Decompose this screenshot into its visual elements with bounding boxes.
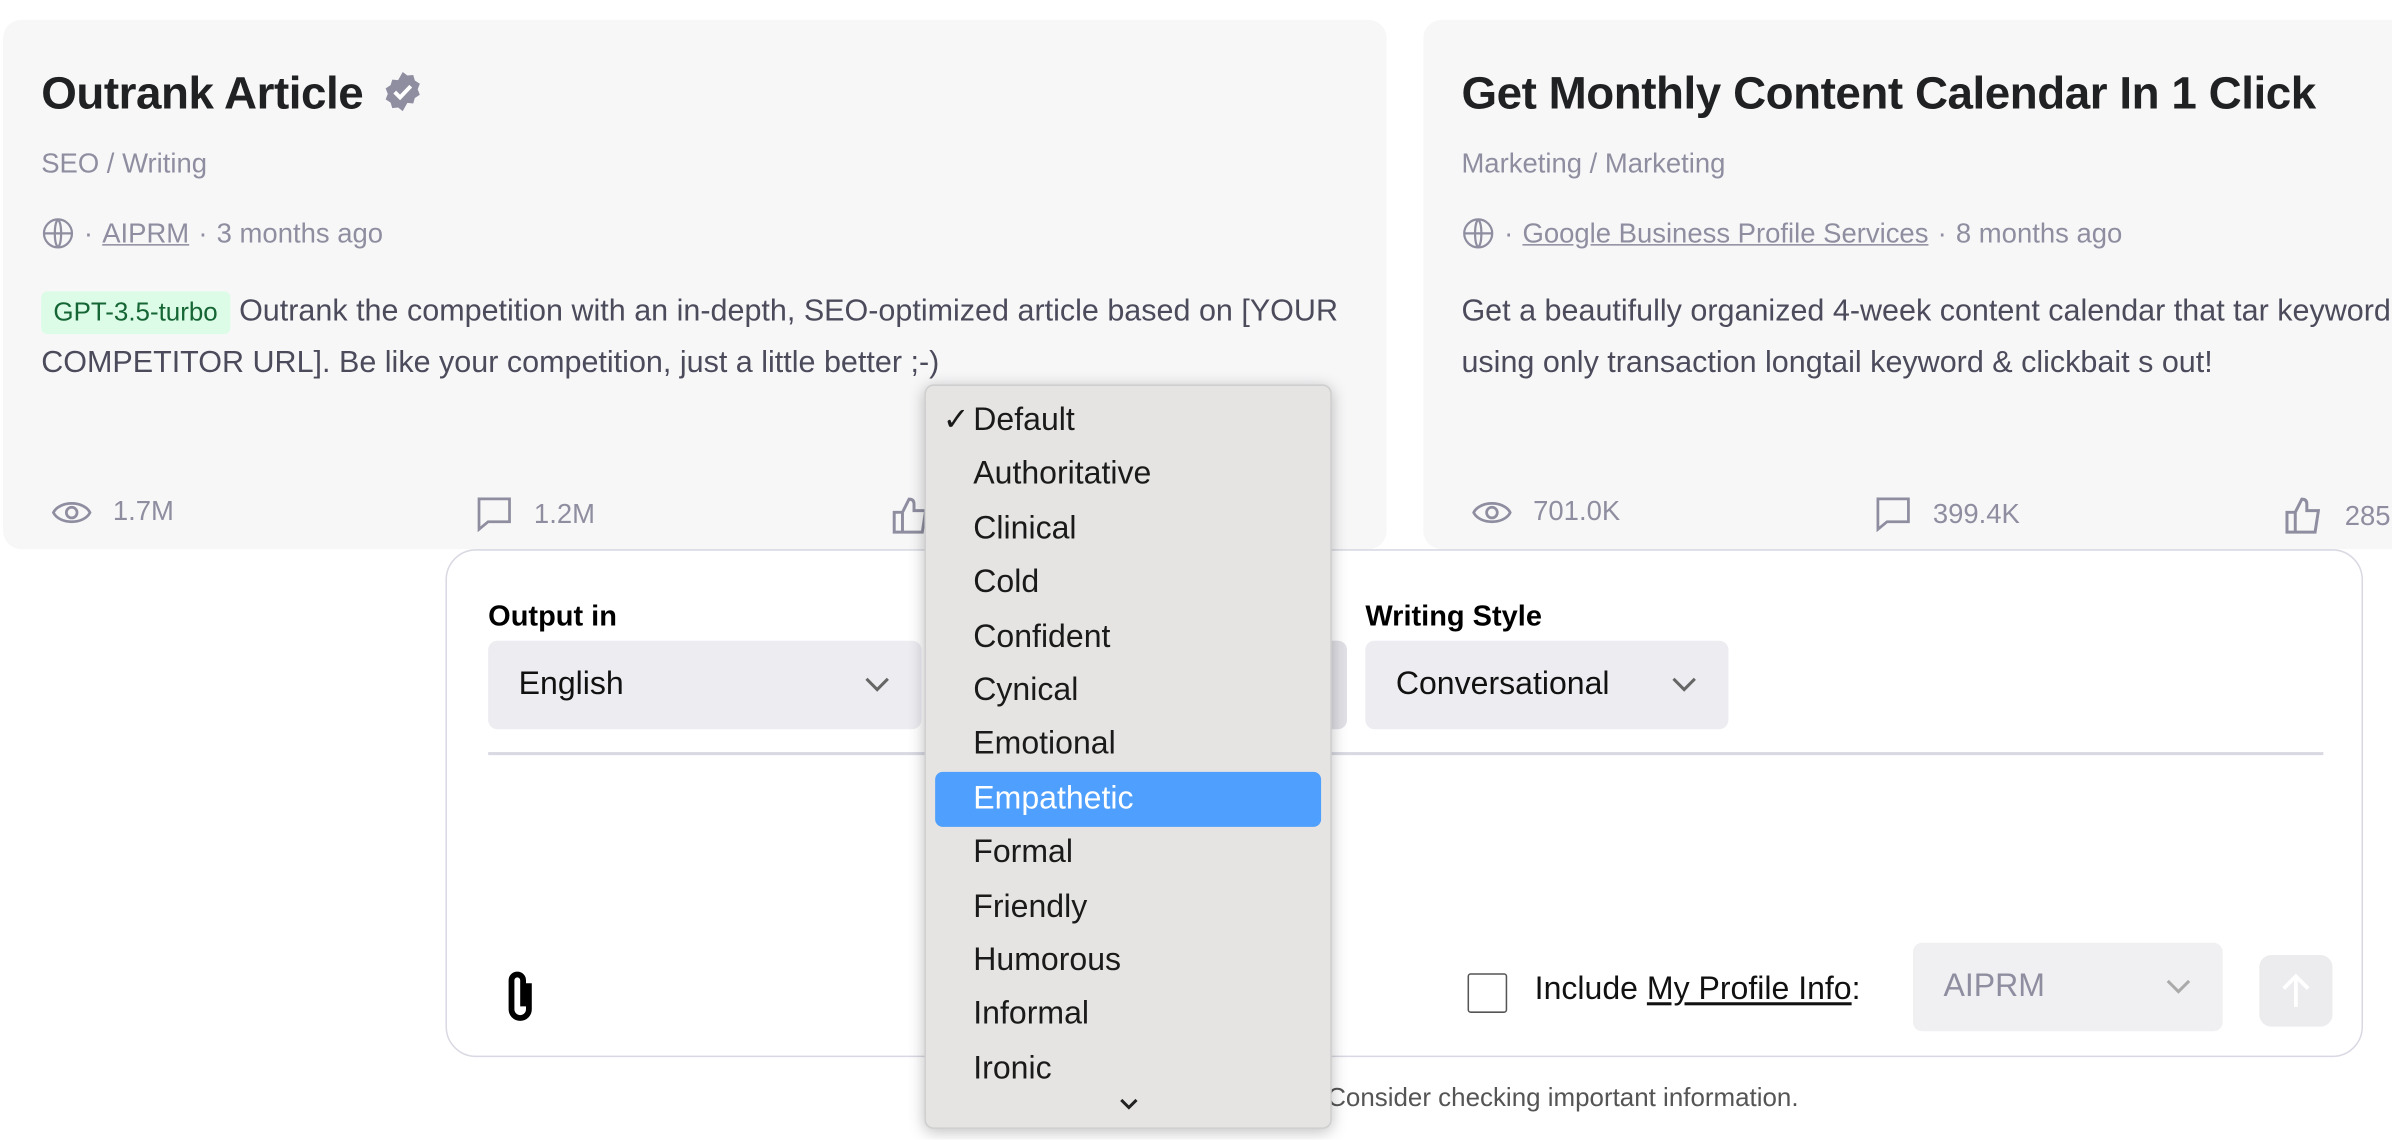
card-category: SEO / Writing bbox=[41, 147, 208, 179]
checkmark-icon: ✓ bbox=[942, 402, 970, 438]
tone-option-clinical[interactable]: Clinical bbox=[935, 502, 1321, 557]
chevron-down-icon bbox=[865, 677, 889, 692]
prompt-textarea[interactable] bbox=[488, 771, 2325, 916]
divider bbox=[488, 752, 2324, 756]
tone-option-default[interactable]: ✓ Default bbox=[935, 394, 1321, 449]
card-time: 3 months ago bbox=[216, 217, 384, 248]
chevron-down-icon bbox=[1672, 677, 1696, 692]
tone-option-friendly[interactable]: Friendly bbox=[935, 880, 1321, 935]
globe-icon bbox=[42, 218, 74, 249]
card-title[interactable]: Outrank Article bbox=[41, 69, 424, 121]
scroll-down-chevron-icon[interactable] bbox=[1118, 1097, 1139, 1112]
tone-option-authoritative[interactable]: Authoritative bbox=[935, 448, 1321, 503]
views-stat: 701.0K bbox=[1472, 496, 1620, 528]
prompt-input-panel: Output in English Writing Style Conversa… bbox=[445, 549, 2364, 1058]
tone-option-informal[interactable]: Informal bbox=[935, 988, 1321, 1043]
prompt-card-content-calendar[interactable]: Get Monthly Content Calendar In 1 Click … bbox=[1423, 19, 2392, 550]
tone-option-ironic[interactable]: Ironic bbox=[935, 1042, 1321, 1097]
globe-icon bbox=[1463, 218, 1494, 249]
tone-option-cynical[interactable]: Cynical bbox=[935, 664, 1321, 719]
card-title[interactable]: Get Monthly Content Calendar In 1 Click bbox=[1461, 69, 2316, 121]
chevron-down-icon bbox=[2166, 979, 2191, 994]
card-meta: · Google Business Profile Services · 8 mont… bbox=[1461, 217, 2122, 251]
eye-icon bbox=[1472, 501, 1512, 523]
verified-badge-icon bbox=[385, 71, 421, 112]
card-description: Get a beautifully organized 4-week conte… bbox=[1461, 294, 2391, 380]
comment-icon bbox=[1876, 497, 1910, 533]
output-language-select[interactable]: English bbox=[488, 640, 922, 730]
card-meta: · AIPRM · 3 months ago bbox=[41, 217, 383, 251]
include-profile-checkbox[interactable] bbox=[1467, 973, 1508, 1013]
tone-option-cold[interactable]: Cold bbox=[935, 556, 1321, 611]
model-badge: GPT-3.5-turbo bbox=[41, 291, 230, 335]
output-language-label: Output in bbox=[488, 601, 617, 634]
tone-option-confident[interactable]: Confident bbox=[935, 610, 1321, 665]
card-category: Marketing / Marketing bbox=[1461, 147, 1726, 179]
card-description: GPT-3.5-turbo Outrank the competition wit… bbox=[41, 285, 1368, 389]
tone-dropdown-menu[interactable]: ✓ Default Authoritative Clinical Cold Confide… bbox=[924, 384, 1332, 1129]
writing-style-label: Writing Style bbox=[1365, 601, 1542, 634]
paperclip-icon[interactable] bbox=[499, 969, 542, 1027]
views-stat: 1.7M bbox=[51, 496, 174, 528]
arrow-up-icon bbox=[2282, 972, 2310, 1007]
tone-option-humorous[interactable]: Humorous bbox=[935, 934, 1321, 989]
eye-icon bbox=[51, 501, 92, 523]
author-link[interactable]: AIPRM bbox=[102, 217, 189, 249]
thumbs-up-icon bbox=[2285, 497, 2321, 534]
tone-option-formal[interactable]: Formal bbox=[935, 826, 1321, 881]
comments-stat: 399.4K bbox=[1875, 496, 2020, 533]
send-button[interactable] bbox=[2259, 954, 2333, 1027]
profile-select[interactable]: AIPRM bbox=[1912, 942, 2223, 1032]
author-link[interactable]: Google Business Profile Services bbox=[1522, 217, 1928, 249]
tone-option-emotional[interactable]: Emotional bbox=[935, 718, 1321, 773]
likes-stat[interactable]: 285 bbox=[2284, 496, 2391, 536]
include-profile-label: Include My Profile Info: bbox=[1534, 971, 1861, 1007]
card-time: 8 months ago bbox=[1955, 217, 2123, 248]
comments-stat: 1.2M bbox=[476, 496, 595, 533]
writing-style-select[interactable]: Conversational bbox=[1365, 640, 1729, 730]
comment-icon bbox=[477, 497, 511, 533]
tone-option-empathetic[interactable]: Empathetic bbox=[935, 771, 1322, 827]
my-profile-info-link[interactable]: My Profile Info bbox=[1647, 972, 1852, 1007]
disclaimer-text: Consider checking important information. bbox=[1327, 1083, 1799, 1113]
